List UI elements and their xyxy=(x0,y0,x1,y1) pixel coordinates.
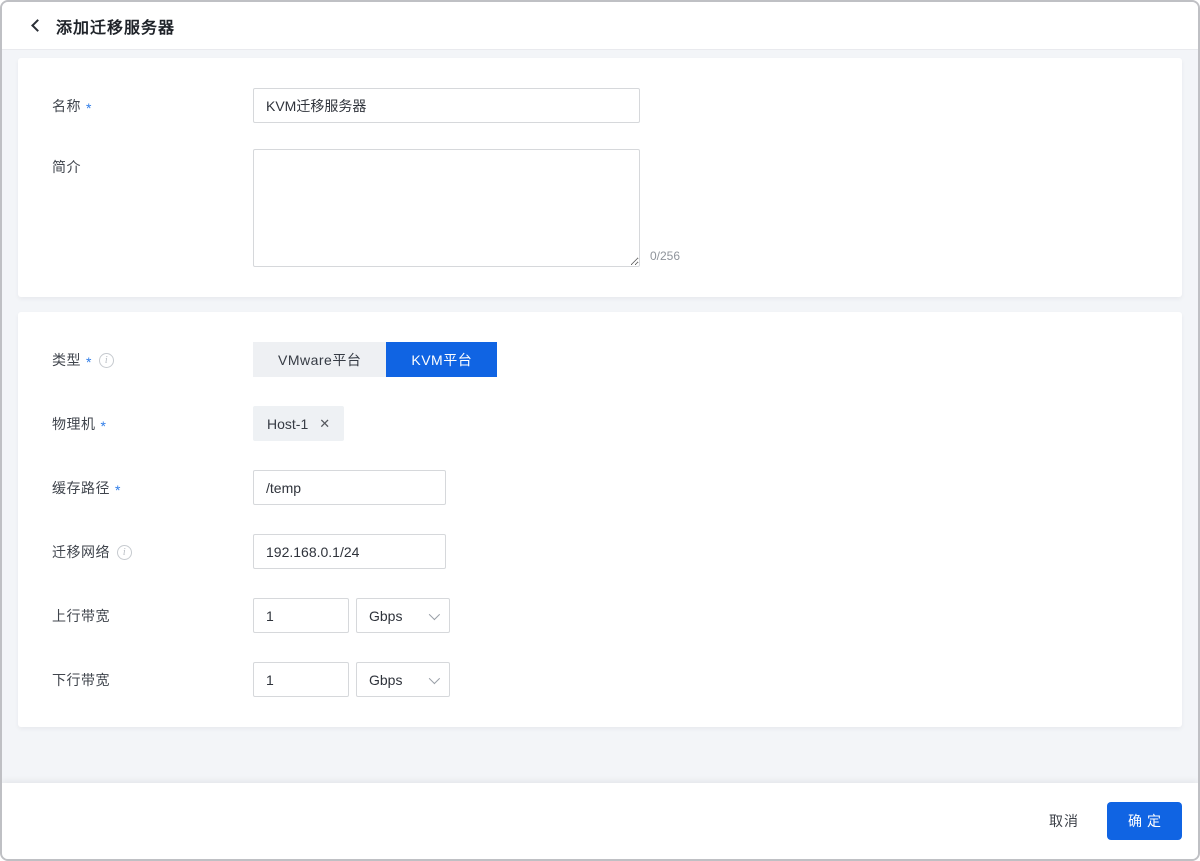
downlink-bandwidth-row: 下行带宽 Gbps xyxy=(52,662,1148,697)
required-icon: * xyxy=(101,416,107,433)
description-row: 简介 0/256 xyxy=(52,149,1148,267)
page-title: 添加迁移服务器 xyxy=(56,14,175,38)
name-input[interactable] xyxy=(253,88,640,123)
cache-path-row: 缓存路径 * xyxy=(52,470,1148,505)
close-icon[interactable]: ✕ xyxy=(319,417,330,430)
dialog-body: 名称 * 简介 0/256 类型 * xyxy=(2,50,1198,783)
uplink-unit-value: Gbps xyxy=(369,608,402,624)
required-icon: * xyxy=(86,98,92,115)
host-row: 物理机 * Host-1 ✕ xyxy=(52,406,1148,441)
info-icon[interactable]: i xyxy=(117,545,132,560)
description-label: 简介 xyxy=(52,149,253,177)
confirm-button[interactable]: 确定 xyxy=(1107,802,1182,840)
downlink-unit-select[interactable]: Gbps xyxy=(356,662,450,697)
required-icon: * xyxy=(86,352,92,369)
migration-network-input[interactable] xyxy=(253,534,446,569)
chevron-left-icon xyxy=(31,19,44,32)
cancel-button[interactable]: 取消 xyxy=(1049,811,1079,831)
type-label: 类型 * i xyxy=(52,342,253,370)
uplink-unit-select[interactable]: Gbps xyxy=(356,598,450,633)
type-segmented-control: VMware平台 KVM平台 xyxy=(253,342,497,377)
required-icon: * xyxy=(115,480,121,497)
chevron-down-icon xyxy=(429,672,440,683)
dialog-header: 添加迁移服务器 xyxy=(2,2,1198,50)
downlink-unit-value: Gbps xyxy=(369,672,402,688)
downlink-bandwidth-input[interactable] xyxy=(253,662,349,697)
migration-network-row: 迁移网络 i xyxy=(52,534,1148,569)
add-migration-server-dialog: 添加迁移服务器 名称 * 简介 0/256 xyxy=(0,0,1200,861)
dialog-footer: 取消 确定 xyxy=(2,783,1198,859)
uplink-bandwidth-row: 上行带宽 Gbps xyxy=(52,598,1148,633)
description-textarea[interactable] xyxy=(253,149,640,267)
cache-path-input[interactable] xyxy=(253,470,446,505)
host-tag-label: Host-1 xyxy=(267,416,308,432)
migration-network-label: 迁移网络 i xyxy=(52,534,253,562)
host-tag[interactable]: Host-1 ✕ xyxy=(253,406,344,441)
info-icon[interactable]: i xyxy=(99,353,114,368)
uplink-bandwidth-label: 上行带宽 xyxy=(52,598,253,626)
type-option-vmware[interactable]: VMware平台 xyxy=(253,342,386,377)
chevron-down-icon xyxy=(429,608,440,619)
uplink-bandwidth-input[interactable] xyxy=(253,598,349,633)
basic-info-section: 名称 * 简介 0/256 xyxy=(18,58,1182,297)
host-label: 物理机 * xyxy=(52,406,253,434)
config-section: 类型 * i VMware平台 KVM平台 物理机 * Host-1 ✕ xyxy=(18,312,1182,727)
char-counter: 0/256 xyxy=(650,249,680,267)
type-option-kvm[interactable]: KVM平台 xyxy=(386,342,497,377)
back-button[interactable] xyxy=(26,16,46,36)
name-label: 名称 * xyxy=(52,88,253,116)
name-row: 名称 * xyxy=(52,88,1148,123)
type-row: 类型 * i VMware平台 KVM平台 xyxy=(52,342,1148,377)
downlink-bandwidth-label: 下行带宽 xyxy=(52,662,253,690)
cache-path-label: 缓存路径 * xyxy=(52,470,253,498)
